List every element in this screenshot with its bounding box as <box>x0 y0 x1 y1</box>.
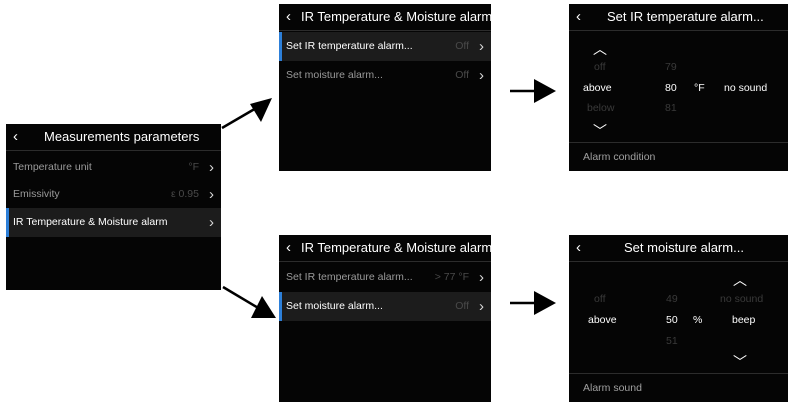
moisture-value-selected[interactable]: 50 <box>666 314 678 326</box>
moisture-alarm-header: ‹ Set moisture alarm... <box>569 235 788 262</box>
moisture-value-next[interactable]: 51 <box>666 335 678 347</box>
flow-arrow-right-top <box>510 79 556 103</box>
settings-row-temperature-unit[interactable]: Temperature unit °F › <box>6 153 221 182</box>
alarm-menu-header: ‹ IR Temperature & Moisture alarm <box>279 235 491 262</box>
row-label: IR Temperature & Moisture alarm <box>13 216 168 228</box>
temperature-value-previous[interactable]: 79 <box>665 61 677 73</box>
settings-row-alarm[interactable]: IR Temperature & Moisture alarm › <box>6 208 221 237</box>
row-label: Emissivity <box>13 188 60 200</box>
back-icon[interactable]: ‹ <box>576 235 581 261</box>
alarm-menu-screen-bottom: ‹ IR Temperature & Moisture alarm Set IR… <box>279 235 491 402</box>
row-value: ε 0.95 <box>170 188 199 200</box>
condition-option-next[interactable]: below <box>587 102 614 114</box>
chevron-up-icon[interactable]: ︿ <box>733 270 747 290</box>
alarm-menu-screen-top: ‹ IR Temperature & Moisture alarm Set IR… <box>279 4 491 171</box>
alarm-sound-picker-selected[interactable]: beep <box>732 314 755 326</box>
row-value: Off <box>455 40 469 52</box>
chevron-right-icon: › <box>209 159 214 176</box>
page-title: Measurements parameters <box>44 129 200 144</box>
temperature-unit: °F <box>694 82 705 94</box>
ir-temperature-alarm-screen: ‹ Set IR temperature alarm... ︿ off 79 a… <box>569 4 788 171</box>
chevron-right-icon: › <box>479 298 484 315</box>
ir-alarm-header: ‹ Set IR temperature alarm... <box>569 4 788 31</box>
row-value: °F <box>188 161 199 173</box>
back-icon[interactable]: ‹ <box>576 4 581 30</box>
chevron-up-icon[interactable]: ︿ <box>593 39 607 59</box>
row-label: Set IR temperature alarm... <box>286 271 413 283</box>
moisture-alarm-screen: ‹ Set moisture alarm... ︿ off 49 no soun… <box>569 235 788 402</box>
flow-arrow-up-right <box>221 98 272 130</box>
page-title: IR Temperature & Moisture alarm <box>301 9 491 24</box>
alarm-sound-selected[interactable]: no sound <box>724 82 767 94</box>
measurements-header: ‹ Measurements parameters <box>6 124 221 151</box>
page-title: IR Temperature & Moisture alarm <box>301 240 491 255</box>
status-footer: Alarm condition <box>569 142 788 171</box>
flow-arrow-down-right <box>222 285 276 318</box>
chevron-right-icon: › <box>209 186 214 203</box>
row-value: Off <box>455 300 469 312</box>
sound-option-previous[interactable]: no sound <box>720 293 763 305</box>
condition-selected[interactable]: above <box>588 314 617 326</box>
back-icon[interactable]: ‹ <box>286 4 291 30</box>
chevron-right-icon: › <box>209 214 214 231</box>
row-label: Temperature unit <box>13 161 92 173</box>
flow-arrow-right-bottom <box>510 291 556 315</box>
condition-option-previous[interactable]: off <box>594 293 605 305</box>
chevron-down-icon[interactable]: ﹀ <box>593 121 607 141</box>
selection-indicator <box>6 208 9 237</box>
chevron-right-icon: › <box>479 38 484 55</box>
alarm-menu-header: ‹ IR Temperature & Moisture alarm <box>279 4 491 31</box>
chevron-down-icon[interactable]: ﹀ <box>733 352 747 372</box>
selection-indicator <box>279 32 282 61</box>
menu-row-ir-temperature-alarm[interactable]: Set IR temperature alarm... > 77 °F › <box>279 263 491 292</box>
moisture-value-previous[interactable]: 49 <box>666 293 678 305</box>
page-title: Set moisture alarm... <box>624 240 744 255</box>
condition-picker-selected[interactable]: above <box>583 82 612 94</box>
settings-row-emissivity[interactable]: Emissivity ε 0.95 › <box>6 180 221 209</box>
row-label: Set moisture alarm... <box>286 69 383 81</box>
row-label: Set IR temperature alarm... <box>286 40 413 52</box>
chevron-right-icon: › <box>479 269 484 286</box>
status-footer: Alarm sound <box>569 373 788 402</box>
row-label: Set moisture alarm... <box>286 300 383 312</box>
page-title: Set IR temperature alarm... <box>607 9 764 24</box>
row-value: > 77 °F <box>434 271 469 283</box>
temperature-value-next[interactable]: 81 <box>665 102 677 114</box>
measurements-parameters-screen: ‹ Measurements parameters Temperature un… <box>6 124 221 290</box>
row-value: Off <box>455 69 469 81</box>
back-icon[interactable]: ‹ <box>13 124 18 150</box>
condition-option-previous[interactable]: off <box>594 61 605 73</box>
back-icon[interactable]: ‹ <box>286 235 291 261</box>
menu-row-ir-temperature-alarm[interactable]: Set IR temperature alarm... Off › <box>279 32 491 61</box>
menu-row-moisture-alarm[interactable]: Set moisture alarm... Off › <box>279 61 491 90</box>
menu-row-moisture-alarm[interactable]: Set moisture alarm... Off › <box>279 292 491 321</box>
temperature-value-selected[interactable]: 80 <box>665 82 677 94</box>
moisture-unit: % <box>693 314 703 326</box>
chevron-right-icon: › <box>479 67 484 84</box>
